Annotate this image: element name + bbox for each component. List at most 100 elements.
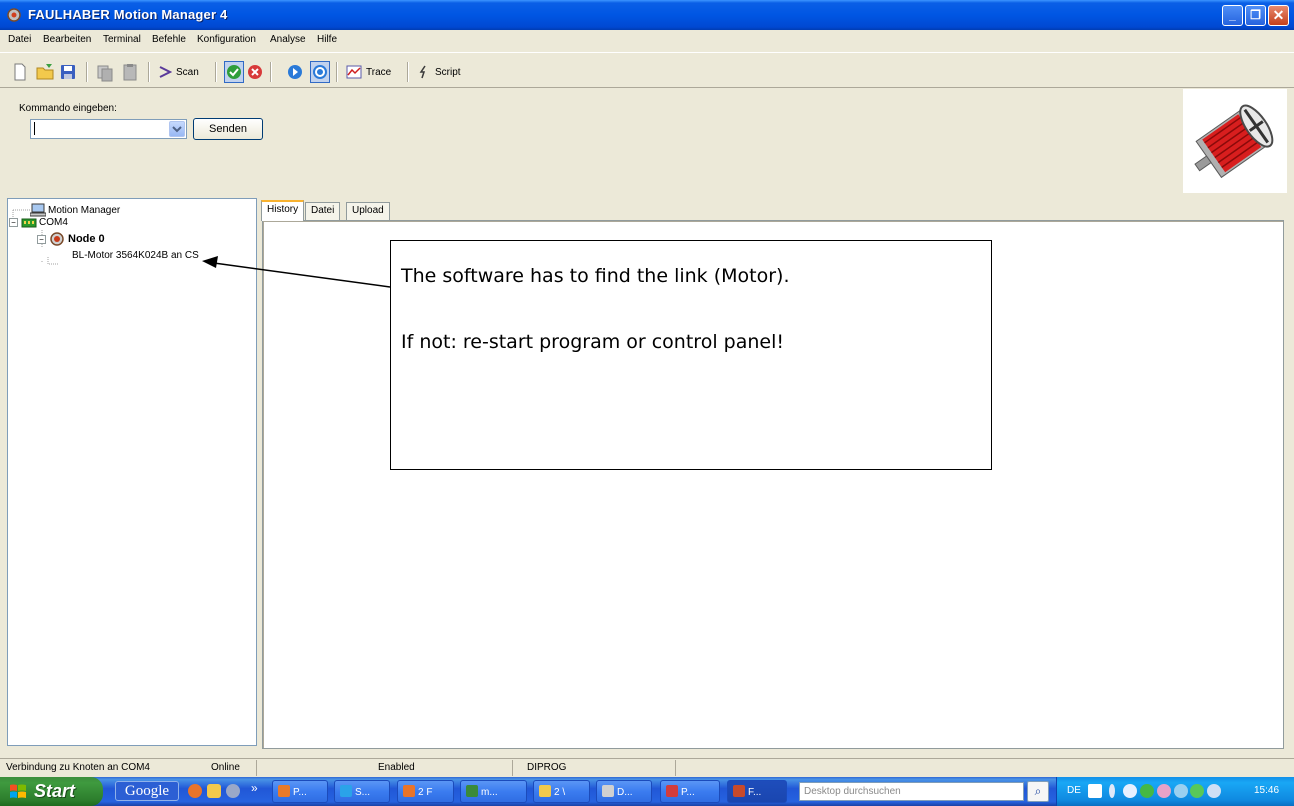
menu-bearbeiten[interactable]: Bearbeiten [43, 34, 91, 45]
play-icon [288, 65, 302, 79]
node-motor-icon [50, 232, 64, 246]
task-button[interactable]: 2 \ [533, 780, 590, 803]
connect-ok-button[interactable] [224, 61, 244, 83]
volume-icon[interactable] [1207, 784, 1221, 798]
status-online: Online [211, 762, 240, 773]
task-icon [733, 785, 745, 797]
status-separator [512, 760, 513, 776]
task-icon [403, 785, 415, 797]
tree-item-node-0[interactable]: − Node 0 [37, 231, 105, 247]
play-button[interactable] [287, 61, 303, 83]
faulhaber-app-icon [7, 8, 21, 22]
tree-label-com4: COM4 [39, 217, 68, 228]
text-caret [34, 122, 35, 135]
task-label: P... [293, 787, 307, 798]
disconnect-button[interactable] [247, 61, 263, 83]
task-label: m... [481, 787, 498, 798]
copy-icon[interactable] [96, 61, 114, 83]
toolbar-separator [148, 62, 150, 82]
media-player-icon[interactable] [226, 784, 240, 798]
save-icon[interactable] [60, 61, 76, 83]
task-button[interactable]: 2 F [397, 780, 454, 803]
menu-befehle[interactable]: Befehle [152, 34, 186, 45]
clock[interactable]: 15:46 [1254, 785, 1279, 796]
maximize-button[interactable]: ❐ [1245, 5, 1266, 26]
toolbar-separator [270, 62, 272, 82]
status-mode: DIPROG [527, 762, 567, 773]
tree-item-com4[interactable]: − COM4 [9, 217, 68, 228]
collapse-icon[interactable]: − [37, 234, 46, 244]
minimize-button[interactable]: _ [1222, 5, 1243, 26]
scan-button[interactable]: Scan [158, 61, 199, 83]
task-label: P... [681, 787, 695, 798]
network-icon[interactable] [1109, 784, 1115, 798]
task-icon [539, 785, 551, 797]
windows-logo-icon [10, 784, 26, 798]
folder-icon[interactable] [207, 784, 221, 798]
computer-icon [30, 203, 46, 217]
close-button[interactable]: ✕ [1268, 5, 1289, 26]
task-button[interactable]: P... [272, 780, 328, 803]
serial-port-icon [21, 218, 37, 227]
new-document-icon[interactable] [12, 61, 28, 83]
annotation-line-1: The software has to find the link (Motor… [401, 265, 790, 287]
scan-label: Scan [176, 66, 199, 78]
task-button[interactable]: S... [334, 780, 390, 803]
trace-button[interactable]: Trace [346, 61, 391, 83]
script-label: Script [435, 66, 461, 78]
menu-datei[interactable]: Datei [8, 34, 31, 45]
stop-button[interactable] [310, 61, 330, 83]
menu-terminal[interactable]: Terminal [103, 34, 141, 45]
start-button[interactable]: Start [0, 777, 103, 806]
tree-item-motion-manager[interactable]: Motion Manager [30, 203, 120, 217]
tray-arrow-icon[interactable] [1123, 784, 1137, 798]
language-indicator[interactable]: DE [1067, 785, 1081, 796]
connection-icon[interactable] [1190, 784, 1204, 798]
task-label: D... [617, 787, 633, 798]
tab-upload[interactable]: Upload [346, 202, 390, 220]
task-button[interactable]: m... [460, 780, 527, 803]
send-button[interactable]: Senden [193, 118, 263, 140]
google-toolbar-button[interactable]: Google [115, 781, 179, 801]
quicklaunch-overflow[interactable]: » [251, 781, 258, 795]
tree-label-node-0: Node 0 [68, 233, 105, 245]
collapse-icon[interactable]: − [9, 218, 18, 227]
status-connection: Verbindung zu Knoten an COM4 [6, 762, 150, 773]
script-icon [419, 65, 426, 79]
tab-history[interactable]: History [261, 200, 305, 221]
task-button-active[interactable]: F... [727, 780, 787, 803]
antivirus-icon[interactable] [1140, 784, 1154, 798]
title-bar[interactable]: FAULHABER Motion Manager 4 _ ❐ ✕ [0, 0, 1294, 30]
menu-konfiguration[interactable]: Konfiguration [197, 34, 256, 45]
toolbar-separator [407, 62, 409, 82]
tree-item-bl-motor[interactable]: BL-Motor 3564K024B an CS [72, 250, 199, 261]
chevron-down-icon[interactable] [169, 121, 185, 137]
disconnect-icon [248, 65, 262, 79]
paste-icon[interactable] [122, 61, 138, 83]
status-separator [256, 760, 257, 776]
desktop-search-input[interactable]: Desktop durchsuchen [799, 782, 1024, 801]
status-separator [675, 760, 676, 776]
trace-label: Trace [366, 66, 392, 78]
task-button[interactable]: D... [596, 780, 652, 803]
open-folder-icon[interactable] [36, 61, 56, 83]
task-button[interactable]: P... [660, 780, 720, 803]
menu-hilfe[interactable]: Hilfe [317, 34, 337, 45]
firefox-icon[interactable] [188, 784, 202, 798]
status-enabled: Enabled [378, 762, 415, 773]
system-tray: DE 15:46 [1056, 777, 1294, 806]
script-button[interactable]: Script [417, 61, 461, 83]
security-icon[interactable] [1157, 784, 1171, 798]
help-icon[interactable] [1088, 784, 1102, 798]
bluetooth-icon[interactable] [1174, 784, 1188, 798]
connect-ok-icon [227, 65, 241, 79]
task-icon [278, 785, 290, 797]
menu-analyse[interactable]: Analyse [270, 34, 306, 45]
tab-datei[interactable]: Datei [305, 202, 341, 220]
stop-icon [313, 65, 327, 79]
command-input[interactable] [30, 119, 187, 139]
toolbar: Scan Trace Script [0, 52, 1294, 88]
toolbar-separator [86, 62, 88, 82]
taskbar: Start Google » P... S... 2 F m... 2 \ D.… [0, 777, 1294, 806]
search-icon[interactable]: ⌕ [1027, 781, 1049, 802]
